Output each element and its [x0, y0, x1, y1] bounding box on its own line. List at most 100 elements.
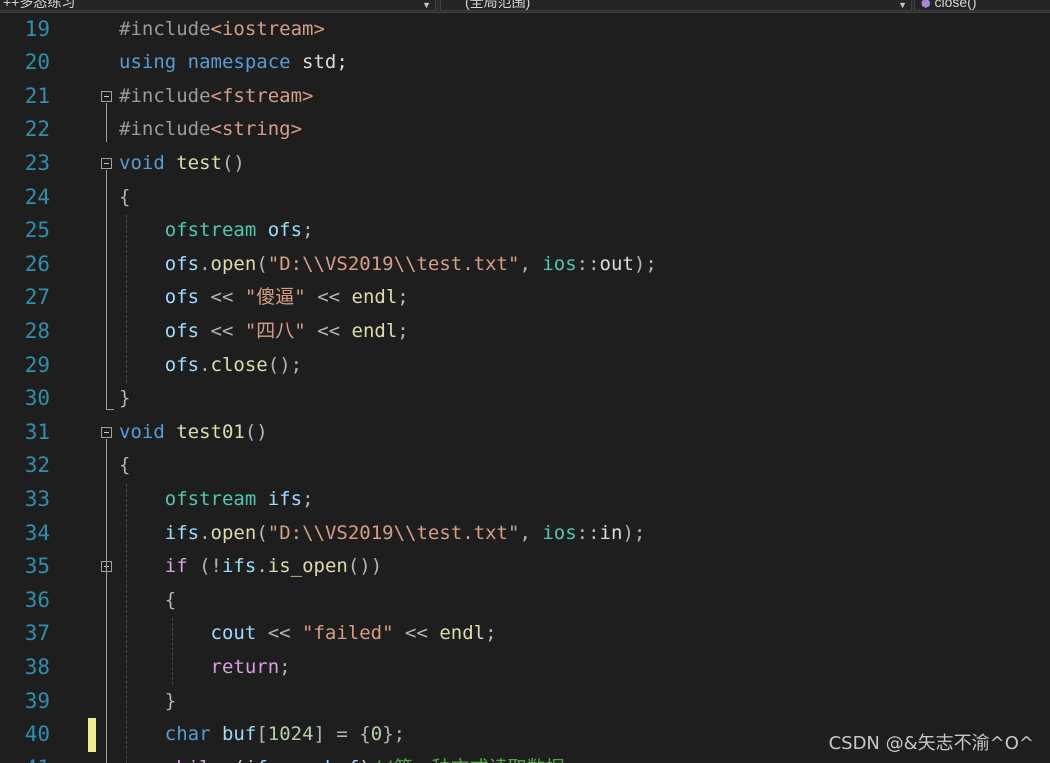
line-number: 32: [24, 453, 50, 478]
code-token: .: [199, 521, 211, 544]
line-number: 29: [24, 352, 50, 377]
code-token: "D:\\VS2019\\test.txt": [267, 521, 520, 544]
code-token: ofs: [267, 219, 303, 242]
project-dropdown[interactable]: ++多态练习 ▼: [0, 0, 436, 11]
code-token: );: [633, 252, 657, 275]
code-line[interactable]: 32 {: [0, 449, 1050, 483]
code-token: "傻逼": [244, 286, 306, 309]
code-text: ofs << "四八" << endl;: [119, 315, 409, 349]
code-token: ifs: [267, 487, 303, 510]
member-dropdown-label: close(): [934, 0, 977, 10]
member-dropdown[interactable]: ⬢ close(): [914, 0, 1050, 11]
code-line[interactable]: 36 {: [0, 584, 1050, 618]
code-token: ;: [279, 655, 291, 678]
code-token: <string>: [210, 118, 303, 141]
code-token: {: [119, 454, 131, 477]
code-text: #include<fstream>: [119, 80, 313, 114]
code-token: <<: [305, 286, 352, 309]
code-line[interactable]: 31 void test01(): [0, 416, 1050, 450]
outline-guide: [106, 600, 107, 763]
code-line[interactable]: 28 ofs << "四八" << endl;: [0, 315, 1050, 349]
code-line[interactable]: 34 ifs.open("D:\\VS2019\\test.txt", ios:…: [0, 517, 1050, 551]
code-line[interactable]: 39 }: [0, 685, 1050, 719]
code-line[interactable]: 33 ofstream ifs;: [0, 483, 1050, 517]
code-token: <iostream>: [210, 17, 325, 40]
code-token: ofstream: [164, 487, 257, 510]
code-line[interactable]: 23 void test(): [0, 147, 1050, 181]
collapse-toggle-icon[interactable]: [101, 427, 112, 438]
code-token: ;: [397, 286, 409, 309]
code-line[interactable]: 24 {: [0, 181, 1050, 215]
code-token: ofs: [164, 353, 200, 376]
code-line[interactable]: 19 #include<iostream>: [0, 13, 1050, 47]
code-token: .: [199, 252, 211, 275]
code-token: );: [622, 521, 646, 544]
code-line[interactable]: 21 #include<fstream>: [0, 80, 1050, 114]
code-line[interactable]: 29 ofs.close();: [0, 349, 1050, 383]
code-token: ::: [576, 252, 600, 275]
line-number: 30: [24, 386, 50, 411]
code-line[interactable]: 30}: [0, 382, 1050, 416]
line-number: 39: [24, 688, 50, 713]
code-token: 0: [370, 723, 383, 746]
code-line[interactable]: 20 using namespace std;: [0, 46, 1050, 80]
code-line[interactable]: 27 ofs << "傻逼" << endl;: [0, 281, 1050, 315]
line-number: 34: [24, 520, 50, 545]
indent-guide: [172, 618, 173, 686]
code-token: 1024: [267, 723, 314, 746]
code-token: .: [256, 555, 268, 578]
code-text: #include<string>: [119, 113, 302, 147]
code-token: void: [119, 420, 165, 443]
change-marker: [88, 718, 96, 752]
code-token: endl: [439, 622, 486, 645]
code-token: <<: [199, 286, 245, 309]
code-line[interactable]: 26 ofs.open("D:\\VS2019\\test.txt", ios:…: [0, 248, 1050, 282]
code-token: (!: [187, 555, 222, 578]
scope-dropdown[interactable]: (全局范围) ▼: [440, 0, 912, 11]
code-token: buf: [325, 757, 359, 763]
code-line[interactable]: 38 return;: [0, 651, 1050, 685]
line-number: 25: [24, 218, 50, 243]
method-icon: ⬢: [921, 0, 931, 10]
code-token: "D:\\VS2019\\test.txt": [267, 252, 520, 275]
code-line[interactable]: 22 #include<string>: [0, 113, 1050, 147]
line-number: 33: [24, 486, 50, 511]
code-text: {: [119, 181, 130, 215]
code-line[interactable]: 25 ofstream ofs;: [0, 214, 1050, 248]
code-token: endl: [351, 319, 398, 342]
scope-dropdown-label: (全局范围): [465, 0, 531, 10]
outline-guide: [106, 102, 107, 143]
code-token: ifs: [221, 555, 257, 578]
line-number: 21: [24, 83, 50, 108]
code-token: ofstream: [164, 219, 257, 242]
code-text: ifs.open("D:\\VS2019\\test.txt", ios::in…: [119, 517, 646, 551]
code-token: buf: [221, 723, 257, 746]
code-text: while (ifs >> buf)//第一种方式读取数据: [119, 752, 565, 763]
code-token: }: [164, 689, 177, 712]
line-number: 23: [24, 150, 50, 175]
code-token: test: [176, 151, 222, 174]
indent-guide: [126, 483, 127, 763]
code-token: open: [210, 521, 257, 544]
collapse-toggle-icon[interactable]: [101, 158, 112, 170]
code-token: out: [599, 252, 634, 275]
code-text: void test01(): [119, 416, 268, 450]
code-line[interactable]: 35 if (!ifs.is_open()): [0, 550, 1050, 584]
code-token: endl: [351, 286, 398, 309]
code-token: ,: [519, 252, 543, 275]
code-token: namespace: [187, 51, 291, 74]
code-text: cout << "failed" << endl;: [119, 617, 497, 651]
code-text: return;: [119, 651, 291, 685]
code-text: if (!ifs.is_open()): [119, 550, 382, 584]
code-editor[interactable]: 19 #include<iostream> 20 using namespace st…: [0, 12, 1050, 763]
code-token: using: [119, 51, 177, 74]
code-token: {: [119, 185, 131, 208]
code-token: in: [599, 521, 623, 544]
outline-guide: [106, 169, 107, 409]
collapse-toggle-icon[interactable]: [101, 91, 112, 102]
code-line[interactable]: 37 cout << "failed" << endl;: [0, 617, 1050, 651]
code-token: #include: [119, 17, 211, 40]
indent-guide: [126, 214, 127, 383]
